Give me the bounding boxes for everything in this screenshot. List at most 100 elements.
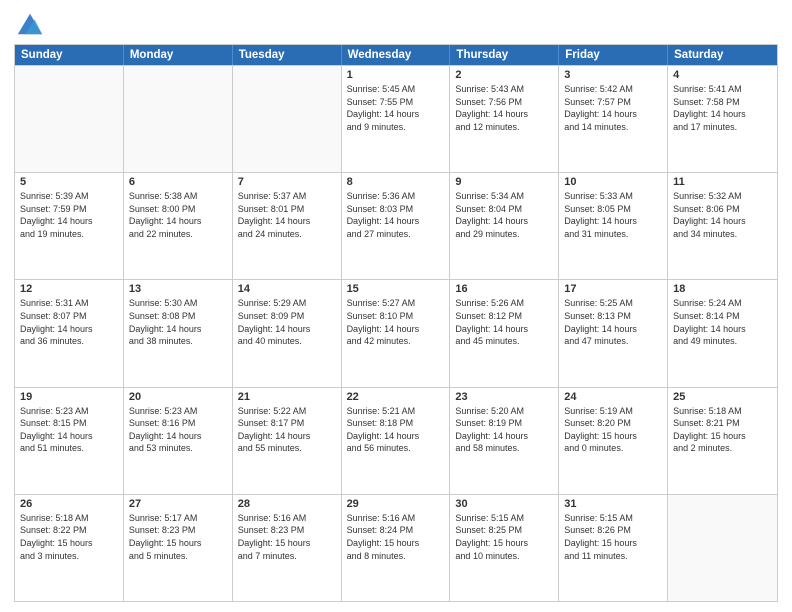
calendar-cell: 9 Sunrise: 5:34 AM Sunset: 8:04 PM Daylig… xyxy=(450,173,559,279)
day-info: Sunrise: 5:36 AM Sunset: 8:03 PM Dayligh… xyxy=(347,190,445,240)
day-info: Sunrise: 5:17 AM Sunset: 8:23 PM Dayligh… xyxy=(129,512,227,562)
weekday-header-wednesday: Wednesday xyxy=(342,45,451,65)
day-info: Sunrise: 5:45 AM Sunset: 7:55 PM Dayligh… xyxy=(347,83,445,133)
day-info: Sunrise: 5:25 AM Sunset: 8:13 PM Dayligh… xyxy=(564,297,662,347)
calendar: SundayMondayTuesdayWednesdayThursdayFrid… xyxy=(14,44,778,602)
calendar-week-1: 1Sunrise: 5:45 AM Sunset: 7:55 PM Daylig… xyxy=(15,65,777,172)
calendar-week-3: 12Sunrise: 5:31 AM Sunset: 8:07 PM Dayli… xyxy=(15,279,777,386)
day-number: 7 xyxy=(238,176,336,188)
day-info: Sunrise: 5:38 AM Sunset: 8:00 PM Dayligh… xyxy=(129,190,227,240)
day-info: Sunrise: 5:42 AM Sunset: 7:57 PM Dayligh… xyxy=(564,83,662,133)
calendar-cell xyxy=(15,66,124,172)
day-number: 2 xyxy=(455,69,553,81)
day-info: Sunrise: 5:29 AM Sunset: 8:09 PM Dayligh… xyxy=(238,297,336,347)
calendar-cell: 13 Sunrise: 5:30 AM Sunset: 8:08 PM Dayli… xyxy=(124,280,233,386)
day-number: 13 xyxy=(129,283,227,295)
day-number: 26 xyxy=(20,498,118,510)
day-info: Sunrise: 5:21 AM Sunset: 8:18 PM Dayligh… xyxy=(347,405,445,455)
calendar-cell: 6 Sunrise: 5:38 AM Sunset: 8:00 PM Daylig… xyxy=(124,173,233,279)
day-info: Sunrise: 5:22 AM Sunset: 8:17 PM Dayligh… xyxy=(238,405,336,455)
day-info: Sunrise: 5:15 AM Sunset: 8:25 PM Dayligh… xyxy=(455,512,553,562)
day-number: 14 xyxy=(238,283,336,295)
day-info: Sunrise: 5:41 AM Sunset: 7:58 PM Dayligh… xyxy=(673,83,772,133)
calendar-cell: 3 Sunrise: 5:42 AM Sunset: 7:57 PM Daylig… xyxy=(559,66,668,172)
day-info: Sunrise: 5:33 AM Sunset: 8:05 PM Dayligh… xyxy=(564,190,662,240)
calendar-cell: 29Sunrise: 5:16 AM Sunset: 8:24 PM Dayli… xyxy=(342,495,451,601)
day-number: 17 xyxy=(564,283,662,295)
calendar-cell: 12Sunrise: 5:31 AM Sunset: 8:07 PM Dayli… xyxy=(15,280,124,386)
day-number: 22 xyxy=(347,391,445,403)
calendar-week-5: 26 Sunrise: 5:18 AM Sunset: 8:22 PM Dayli… xyxy=(15,494,777,601)
day-number: 27 xyxy=(129,498,227,510)
day-number: 24 xyxy=(564,391,662,403)
day-info: Sunrise: 5:27 AM Sunset: 8:10 PM Dayligh… xyxy=(347,297,445,347)
weekday-header-thursday: Thursday xyxy=(450,45,559,65)
day-info: Sunrise: 5:23 AM Sunset: 8:15 PM Dayligh… xyxy=(20,405,118,455)
day-number: 28 xyxy=(238,498,336,510)
day-info: Sunrise: 5:15 AM Sunset: 8:26 PM Dayligh… xyxy=(564,512,662,562)
calendar-cell: 7 Sunrise: 5:37 AM Sunset: 8:01 PM Daylig… xyxy=(233,173,342,279)
day-number: 15 xyxy=(347,283,445,295)
header xyxy=(14,10,778,38)
calendar-cell: 24 Sunrise: 5:19 AM Sunset: 8:20 PM Dayli… xyxy=(559,388,668,494)
day-info: Sunrise: 5:37 AM Sunset: 8:01 PM Dayligh… xyxy=(238,190,336,240)
day-number: 8 xyxy=(347,176,445,188)
weekday-header-sunday: Sunday xyxy=(15,45,124,65)
day-number: 25 xyxy=(673,391,772,403)
calendar-cell: 10Sunrise: 5:33 AM Sunset: 8:05 PM Dayli… xyxy=(559,173,668,279)
calendar-cell: 16 Sunrise: 5:26 AM Sunset: 8:12 PM Dayli… xyxy=(450,280,559,386)
calendar-cell: 5 Sunrise: 5:39 AM Sunset: 7:59 PM Daylig… xyxy=(15,173,124,279)
calendar-cell: 28Sunrise: 5:16 AM Sunset: 8:23 PM Dayli… xyxy=(233,495,342,601)
calendar-cell: 26 Sunrise: 5:18 AM Sunset: 8:22 PM Dayli… xyxy=(15,495,124,601)
logo-icon xyxy=(16,10,44,38)
calendar-cell: 1Sunrise: 5:45 AM Sunset: 7:55 PM Daylig… xyxy=(342,66,451,172)
day-number: 6 xyxy=(129,176,227,188)
day-info: Sunrise: 5:18 AM Sunset: 8:21 PM Dayligh… xyxy=(673,405,772,455)
calendar-body: 1Sunrise: 5:45 AM Sunset: 7:55 PM Daylig… xyxy=(15,65,777,601)
calendar-cell: 20 Sunrise: 5:23 AM Sunset: 8:16 PM Dayli… xyxy=(124,388,233,494)
calendar-cell: 30 Sunrise: 5:15 AM Sunset: 8:25 PM Dayli… xyxy=(450,495,559,601)
weekday-header-friday: Friday xyxy=(559,45,668,65)
day-info: Sunrise: 5:43 AM Sunset: 7:56 PM Dayligh… xyxy=(455,83,553,133)
weekday-header-tuesday: Tuesday xyxy=(233,45,342,65)
day-info: Sunrise: 5:34 AM Sunset: 8:04 PM Dayligh… xyxy=(455,190,553,240)
calendar-cell: 17 Sunrise: 5:25 AM Sunset: 8:13 PM Dayli… xyxy=(559,280,668,386)
day-info: Sunrise: 5:26 AM Sunset: 8:12 PM Dayligh… xyxy=(455,297,553,347)
calendar-cell: 23 Sunrise: 5:20 AM Sunset: 8:19 PM Dayli… xyxy=(450,388,559,494)
day-number: 16 xyxy=(455,283,553,295)
logo xyxy=(14,10,44,38)
day-info: Sunrise: 5:39 AM Sunset: 7:59 PM Dayligh… xyxy=(20,190,118,240)
day-number: 5 xyxy=(20,176,118,188)
day-info: Sunrise: 5:24 AM Sunset: 8:14 PM Dayligh… xyxy=(673,297,772,347)
day-info: Sunrise: 5:19 AM Sunset: 8:20 PM Dayligh… xyxy=(564,405,662,455)
day-number: 19 xyxy=(20,391,118,403)
calendar-cell: 22 Sunrise: 5:21 AM Sunset: 8:18 PM Dayli… xyxy=(342,388,451,494)
day-info: Sunrise: 5:20 AM Sunset: 8:19 PM Dayligh… xyxy=(455,405,553,455)
page: SundayMondayTuesdayWednesdayThursdayFrid… xyxy=(0,0,792,612)
day-number: 11 xyxy=(673,176,772,188)
day-info: Sunrise: 5:31 AM Sunset: 8:07 PM Dayligh… xyxy=(20,297,118,347)
calendar-cell: 14 Sunrise: 5:29 AM Sunset: 8:09 PM Dayli… xyxy=(233,280,342,386)
calendar-cell: 18Sunrise: 5:24 AM Sunset: 8:14 PM Dayli… xyxy=(668,280,777,386)
day-number: 23 xyxy=(455,391,553,403)
day-number: 31 xyxy=(564,498,662,510)
calendar-cell xyxy=(668,495,777,601)
calendar-cell: 21 Sunrise: 5:22 AM Sunset: 8:17 PM Dayli… xyxy=(233,388,342,494)
calendar-cell: 4Sunrise: 5:41 AM Sunset: 7:58 PM Daylig… xyxy=(668,66,777,172)
calendar-cell: 19 Sunrise: 5:23 AM Sunset: 8:15 PM Dayli… xyxy=(15,388,124,494)
day-info: Sunrise: 5:23 AM Sunset: 8:16 PM Dayligh… xyxy=(129,405,227,455)
day-number: 20 xyxy=(129,391,227,403)
calendar-cell: 2 Sunrise: 5:43 AM Sunset: 7:56 PM Daylig… xyxy=(450,66,559,172)
day-info: Sunrise: 5:18 AM Sunset: 8:22 PM Dayligh… xyxy=(20,512,118,562)
day-number: 3 xyxy=(564,69,662,81)
day-number: 21 xyxy=(238,391,336,403)
day-number: 9 xyxy=(455,176,553,188)
calendar-cell: 31 Sunrise: 5:15 AM Sunset: 8:26 PM Dayli… xyxy=(559,495,668,601)
day-info: Sunrise: 5:16 AM Sunset: 8:24 PM Dayligh… xyxy=(347,512,445,562)
day-info: Sunrise: 5:30 AM Sunset: 8:08 PM Dayligh… xyxy=(129,297,227,347)
calendar-cell: 8 Sunrise: 5:36 AM Sunset: 8:03 PM Daylig… xyxy=(342,173,451,279)
day-number: 30 xyxy=(455,498,553,510)
calendar-week-2: 5 Sunrise: 5:39 AM Sunset: 7:59 PM Daylig… xyxy=(15,172,777,279)
calendar-week-4: 19 Sunrise: 5:23 AM Sunset: 8:15 PM Dayli… xyxy=(15,387,777,494)
calendar-cell xyxy=(233,66,342,172)
